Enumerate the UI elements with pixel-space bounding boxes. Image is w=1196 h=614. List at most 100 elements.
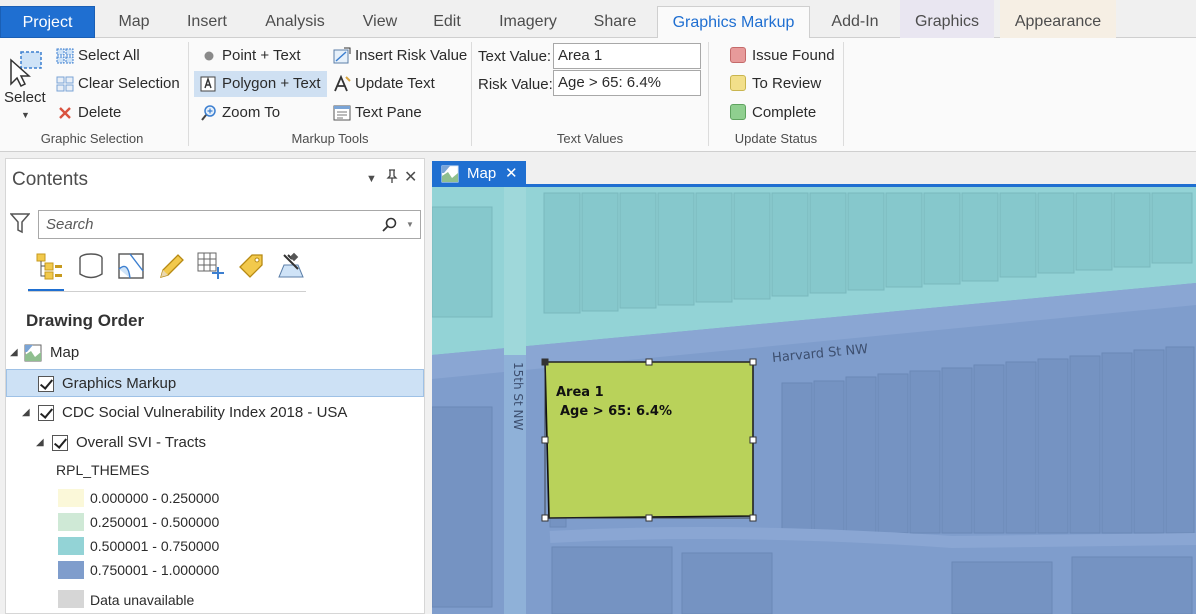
tab-imagery[interactable]: Imagery	[488, 6, 568, 38]
risk-value-label: Risk Value:	[478, 76, 553, 93]
tab-map[interactable]: Map	[100, 6, 168, 38]
polygon-text-button[interactable]: Polygon + Text	[194, 71, 327, 97]
chevron-down-icon: ▼	[21, 110, 30, 120]
data-source-icon[interactable]	[76, 251, 106, 281]
annotation-value: Age > 65: 6.4%	[560, 404, 672, 419]
svi-tracts-checkbox[interactable]	[52, 435, 68, 451]
expand-caret-icon[interactable]: ◢	[22, 408, 32, 418]
drawing-order-heading: Drawing Order	[26, 311, 145, 330]
legend-swatch	[58, 561, 84, 579]
legend-label: 0.750001 - 1.000000	[90, 562, 220, 578]
tree-label-map: Map	[50, 344, 80, 361]
complete-label: Complete	[752, 104, 817, 121]
delete-button[interactable]: Delete	[54, 100, 121, 126]
text-pane-button[interactable]: Text Pane	[331, 100, 422, 126]
legend-swatch	[58, 537, 84, 555]
tab-project[interactable]: Project	[0, 6, 95, 38]
tab-add-in[interactable]: Add-In	[818, 6, 892, 38]
editing-pencil-icon[interactable]	[156, 251, 186, 281]
tab-view[interactable]: View	[350, 6, 410, 38]
select-button[interactable]: Select ▼	[3, 44, 47, 124]
search-placeholder: Search	[46, 216, 94, 233]
tab-appearance[interactable]: Appearance	[1000, 0, 1116, 38]
filter-funnel-icon[interactable]	[10, 212, 30, 234]
contents-search-input[interactable]: Search ▼	[38, 210, 421, 239]
zoom-to-label: Zoom To	[222, 104, 281, 121]
legend-label: 0.000000 - 0.250000	[90, 490, 220, 506]
delete-x-icon	[59, 107, 71, 119]
zoom-to-button[interactable]: Zoom To	[198, 100, 280, 126]
pane-menu-chevron-icon[interactable]: ▼	[366, 173, 377, 185]
tab-analysis[interactable]: Analysis	[252, 6, 338, 38]
tree-item-map[interactable]: ◢ Map	[6, 339, 424, 367]
insert-risk-value-button[interactable]: Insert Risk Value	[331, 43, 467, 69]
tree-label-cdc-layer: CDC Social Vulnerability Index 2018 - US…	[62, 404, 348, 421]
legend-swatch	[58, 513, 84, 531]
graphics-markup-checkbox[interactable]	[38, 376, 54, 392]
contents-pane: Contents ▼ ✕ Search ▼ Drawing Order ◢ Ma…	[5, 158, 425, 614]
tab-share[interactable]: Share	[582, 6, 648, 38]
to-review-button[interactable]: To Review	[728, 71, 821, 97]
group-divider	[843, 42, 844, 146]
polygon-text-icon	[200, 76, 216, 92]
to-review-label: To Review	[752, 75, 822, 92]
tree-item-svi-tracts[interactable]: ◢ Overall SVI - Tracts	[6, 429, 424, 457]
drawing-order-icon[interactable]	[34, 251, 64, 281]
insert-risk-value-label: Insert Risk Value	[355, 47, 468, 64]
group-divider	[708, 42, 709, 146]
issue-found-button[interactable]: Issue Found	[728, 43, 835, 69]
pin-icon[interactable]	[386, 169, 398, 186]
select-arrow-icon	[10, 51, 42, 88]
selection-view-icon[interactable]	[116, 251, 146, 281]
select-label: Select	[4, 89, 46, 106]
map-canvas[interactable]: Harvard St NW 15th St NW Area 1 Age > 65…	[432, 187, 1196, 614]
legend-label: 0.250001 - 0.500000	[90, 514, 220, 530]
labeling-tag-icon[interactable]	[236, 251, 266, 281]
tab-graphics-markup[interactable]: Graphics Markup	[657, 6, 810, 39]
expand-caret-icon[interactable]: ◢	[36, 438, 46, 448]
search-options-chevron-icon[interactable]: ▼	[406, 220, 414, 229]
tab-graphics[interactable]: Graphics	[900, 0, 994, 38]
point-text-button[interactable]: Point + Text	[198, 43, 301, 69]
select-all-icon	[56, 48, 74, 64]
map-view: Map ✕ Harvard St NW 15th St NW Area 1 Ag…	[432, 158, 1196, 614]
toolbar-divider	[28, 291, 306, 292]
select-all-button[interactable]: Select All	[54, 43, 140, 69]
point-text-label: Point + Text	[222, 47, 301, 64]
issue-found-swatch-icon	[730, 47, 746, 63]
contents-title: Contents	[12, 169, 89, 190]
zoom-to-icon	[201, 105, 216, 121]
point-icon	[204, 51, 214, 61]
complete-button[interactable]: Complete	[728, 100, 816, 126]
tree-item-graphics-markup[interactable]: Graphics Markup	[6, 369, 424, 397]
group-label-markup-tools: Markup Tools	[291, 131, 369, 146]
tab-edit[interactable]: Edit	[420, 6, 474, 38]
to-review-swatch-icon	[730, 75, 746, 91]
close-icon[interactable]: ✕	[404, 167, 417, 187]
15th-st-road-north	[504, 187, 526, 355]
map-svg[interactable]: Harvard St NW 15th St NW Area 1 Age > 65…	[432, 187, 1196, 614]
clear-selection-button[interactable]: Clear Selection	[54, 71, 180, 97]
legend-label: Data unavailable	[90, 592, 195, 608]
map-icon	[24, 344, 42, 362]
map-icon	[441, 165, 459, 183]
list-by-perspective-icon[interactable]	[276, 251, 306, 281]
insert-risk-value-icon	[333, 47, 351, 64]
tree-label-graphics-markup: Graphics Markup	[62, 375, 177, 392]
expand-caret-icon[interactable]: ◢	[10, 348, 20, 358]
update-text-label: Update Text	[355, 75, 435, 92]
text-pane-label: Text Pane	[355, 104, 422, 121]
tree-label-svi-tracts: Overall SVI - Tracts	[76, 434, 207, 451]
risk-value-field[interactable]: Age > 65: 6.4%	[553, 70, 701, 96]
delete-label: Delete	[78, 104, 122, 121]
tree-item-cdc-layer[interactable]: ◢ CDC Social Vulnerability Index 2018 - …	[6, 399, 424, 427]
update-text-button[interactable]: Update Text	[331, 71, 435, 97]
cdc-layer-checkbox[interactable]	[38, 405, 54, 421]
text-value-field[interactable]: Area 1	[553, 43, 701, 69]
snapping-grid-icon[interactable]	[196, 251, 226, 281]
group-divider	[188, 42, 189, 146]
group-label-text-values: Text Values	[556, 131, 624, 146]
clear-selection-label: Clear Selection	[78, 75, 180, 92]
search-icon[interactable]	[382, 217, 398, 233]
tab-insert[interactable]: Insert	[173, 6, 241, 38]
